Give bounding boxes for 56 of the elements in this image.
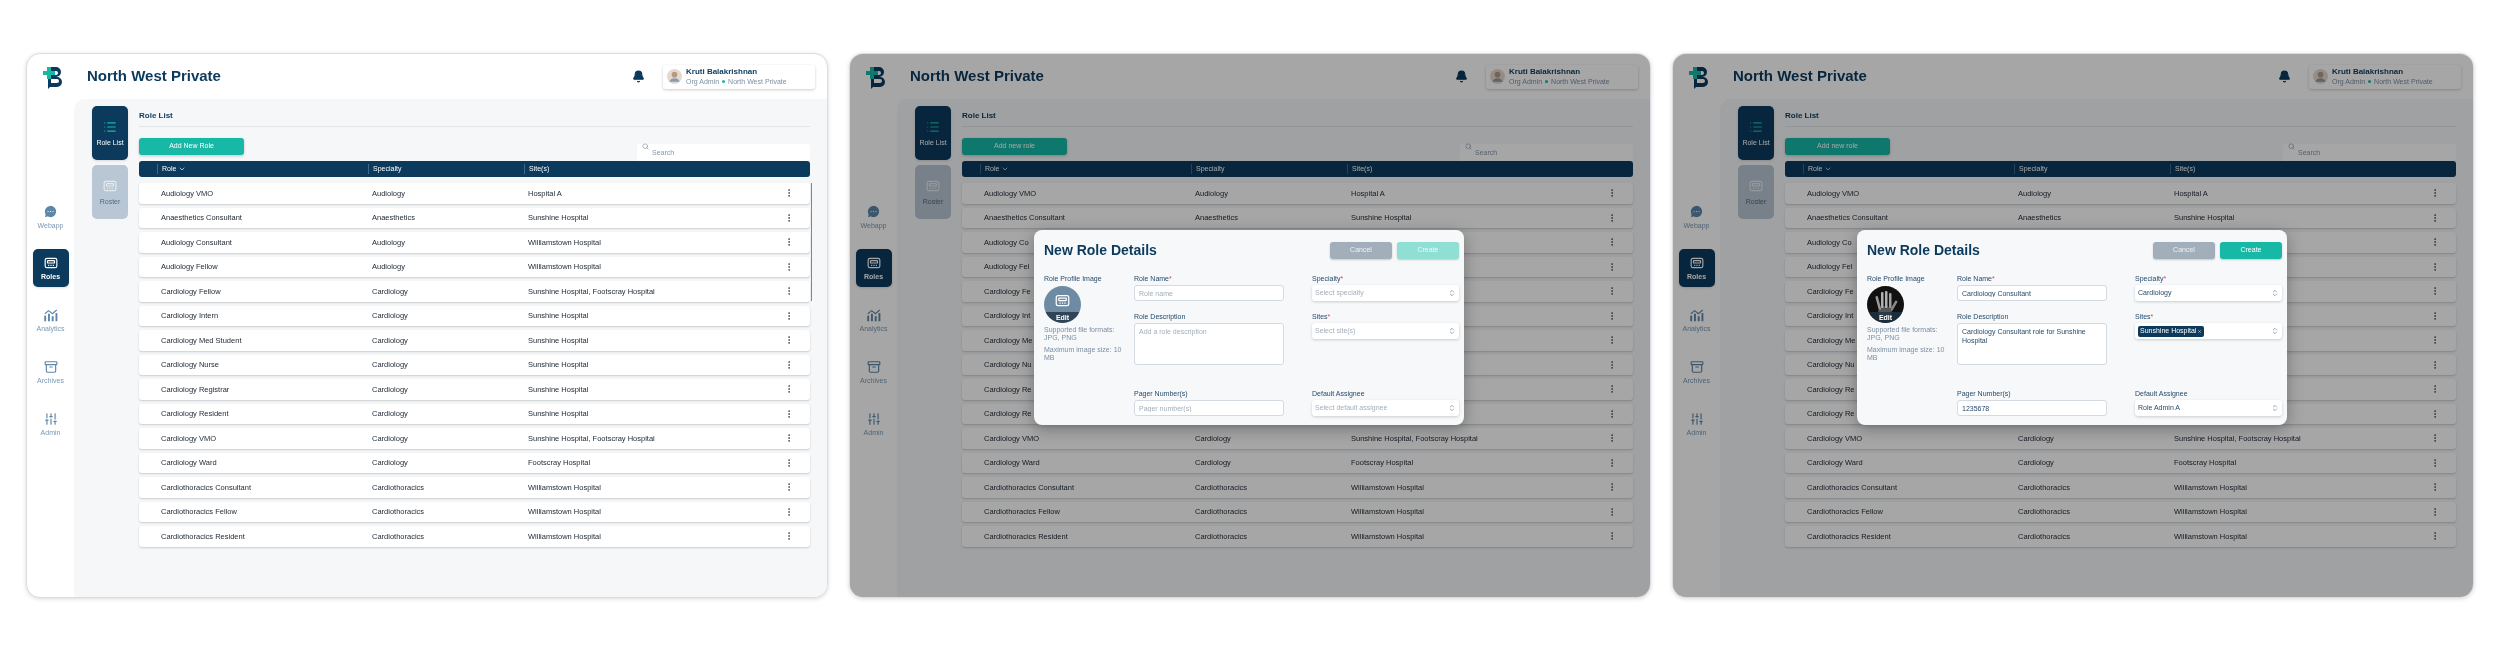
avatar-icon [667, 69, 682, 84]
search-icon [1465, 143, 1472, 150]
chat-bubble-icon [43, 203, 58, 219]
dialog-title: New Role Details [1867, 241, 1981, 260]
pager-icon [43, 256, 58, 270]
bar-chart-icon [866, 308, 881, 322]
status-dot-icon [722, 80, 726, 83]
up-down-chevron-icon [2271, 404, 2279, 412]
app-title: North West Private [87, 66, 221, 87]
page-heading: Role List [962, 110, 997, 122]
archive-icon [43, 360, 58, 374]
app-title: North West Private [910, 66, 1044, 87]
notification-bell-icon[interactable] [1455, 70, 1468, 83]
sort-chevron-icon[interactable] [178, 165, 187, 173]
up-down-chevron-icon [1448, 327, 1456, 335]
page-heading: Role List [1785, 110, 1820, 122]
page-heading: Role List [139, 110, 174, 122]
archive-icon [866, 360, 881, 374]
pager-icon [103, 179, 117, 193]
sort-chevron-icon[interactable] [1001, 165, 1010, 173]
chat-bubble-icon [1689, 203, 1704, 219]
sliders-icon [866, 412, 881, 426]
up-down-chevron-icon [1448, 404, 1456, 412]
avatar-icon [2313, 69, 2328, 84]
dialog-title: New Role Details [1044, 241, 1158, 260]
sliders-icon [1689, 412, 1704, 426]
user-name: Kruti Balakrishnan [2332, 68, 2405, 76]
avatar-icon [1490, 69, 1505, 84]
notification-bell-icon[interactable] [632, 70, 645, 83]
status-dot-icon [2368, 80, 2372, 83]
list-icon [1749, 120, 1763, 134]
chat-bubble-icon [866, 203, 881, 219]
search-icon [642, 143, 649, 150]
notification-bell-icon[interactable] [2278, 70, 2291, 83]
search-icon [2288, 143, 2295, 150]
status-dot-icon [1545, 80, 1549, 83]
scrollbar-thumb[interactable] [810, 183, 812, 301]
up-down-chevron-icon [1448, 289, 1456, 297]
remove-icon[interactable] [2197, 328, 2203, 334]
pager-icon [1749, 179, 1763, 193]
list-icon [926, 120, 940, 134]
list-icon [103, 120, 117, 134]
pager-icon [1689, 256, 1704, 270]
bar-chart-icon [43, 308, 58, 322]
pager-icon [866, 256, 881, 270]
user-name: Kruti Balakrishnan [1509, 68, 1582, 76]
bar-chart-icon [1689, 308, 1704, 322]
pager-icon [1055, 293, 1070, 308]
sort-chevron-icon[interactable] [1824, 165, 1833, 173]
user-name: Kruti Balakrishnan [686, 68, 759, 76]
archive-icon [1689, 360, 1704, 374]
sliders-icon [43, 412, 58, 426]
pager-icon [926, 179, 940, 193]
up-down-chevron-icon [2271, 327, 2279, 335]
app-title: North West Private [1733, 66, 1867, 87]
up-down-chevron-icon [2271, 289, 2279, 297]
